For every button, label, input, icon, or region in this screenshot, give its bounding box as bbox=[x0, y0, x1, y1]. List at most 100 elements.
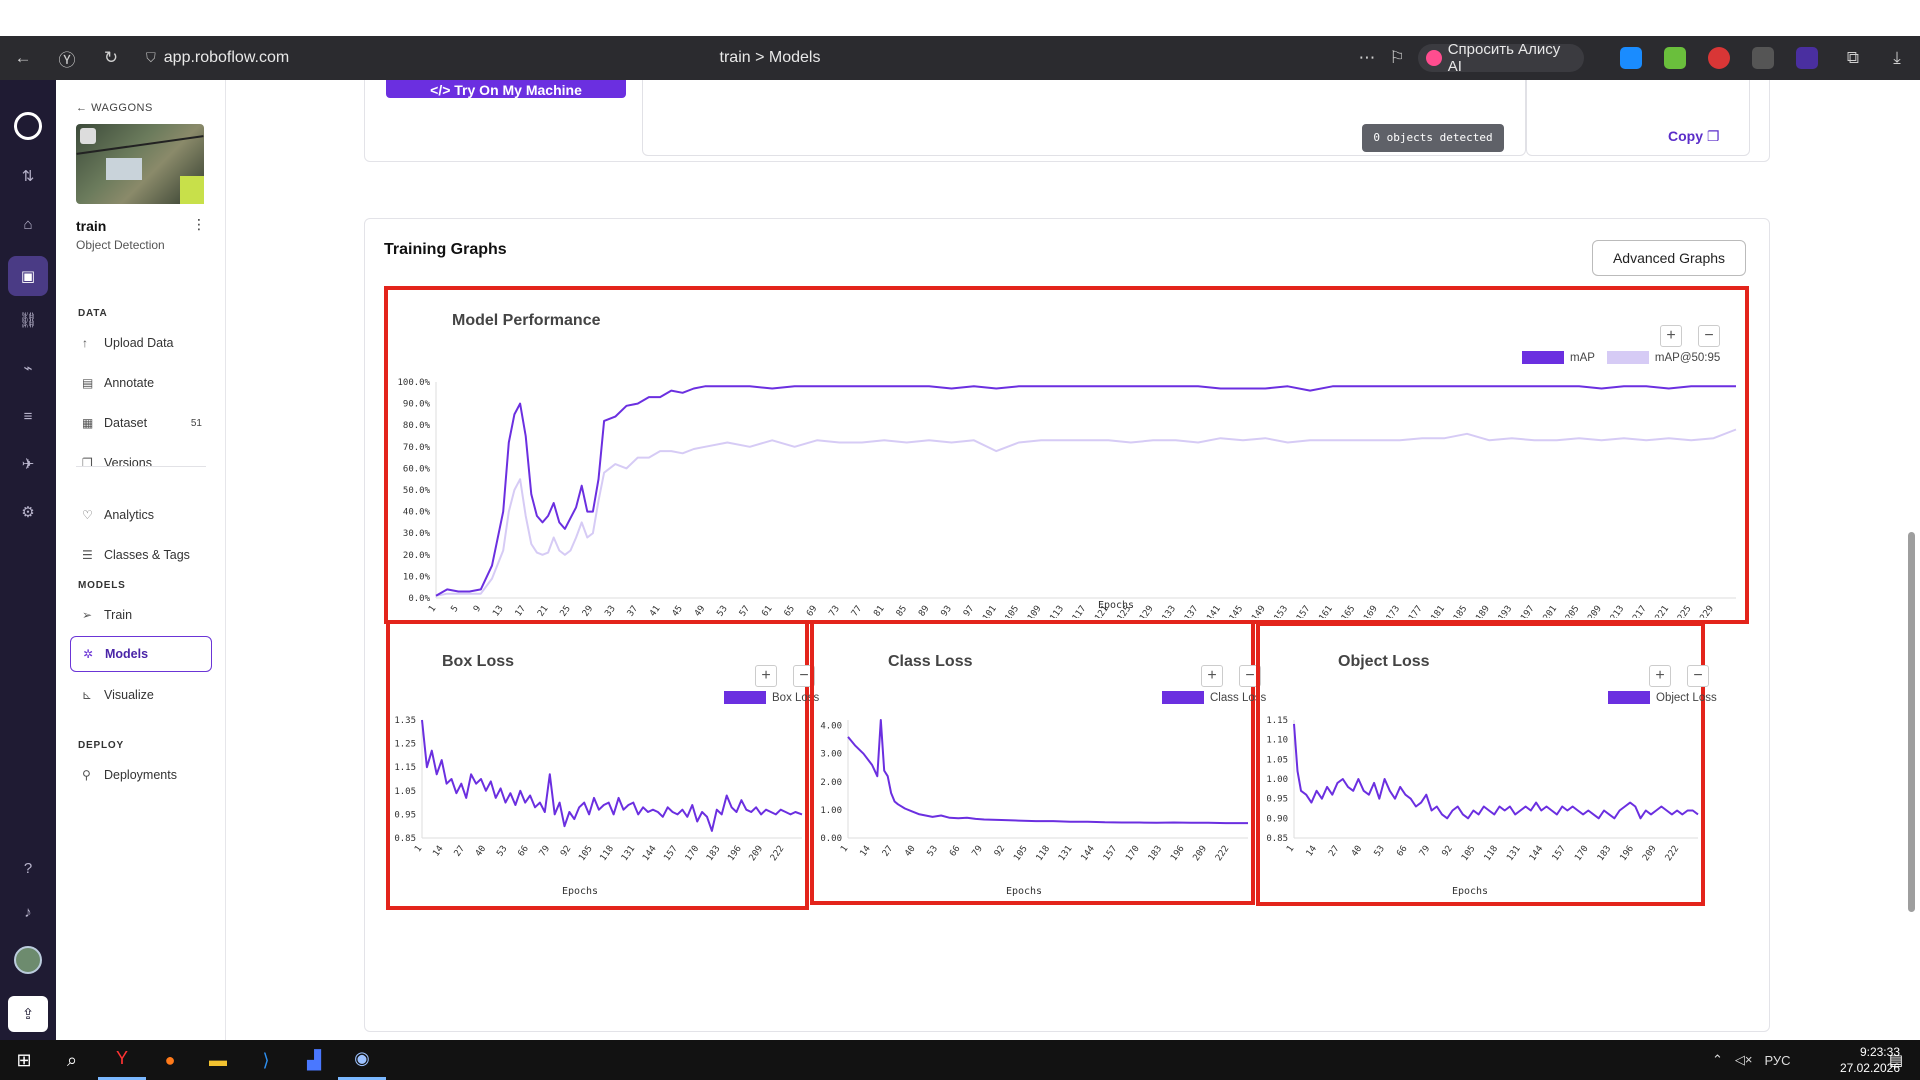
sidebar-item-versions[interactable]: ❐ Versions bbox=[70, 446, 212, 480]
sidebar-item-classes[interactable]: ☰ Classes & Tags bbox=[70, 538, 212, 572]
alice-button[interactable]: Спросить Алису AI bbox=[1418, 41, 1584, 75]
sidebar-item-models[interactable]: ✲ Models bbox=[70, 636, 212, 672]
avatar[interactable] bbox=[14, 946, 42, 974]
yandex-icon[interactable]: Ⓨ bbox=[52, 36, 82, 80]
deploy-icon[interactable]: ✈ bbox=[0, 446, 56, 482]
back-arrow-icon[interactable]: ← bbox=[8, 36, 38, 80]
volume-icon[interactable]: ◁× bbox=[1735, 1052, 1753, 1068]
section-label-deploy: DEPLOY bbox=[78, 740, 124, 751]
y-tick-label: 0.90 bbox=[1266, 814, 1288, 824]
download-extension-icon[interactable] bbox=[1664, 47, 1686, 69]
adblock-icon[interactable] bbox=[1708, 47, 1730, 69]
app-icon[interactable]: ◉ bbox=[338, 1040, 386, 1080]
address-bar[interactable]: ⛉ app.roboflow.com bbox=[146, 36, 289, 80]
projects-icon[interactable]: ▣ bbox=[8, 256, 48, 296]
x-tick-label: 183 bbox=[1147, 844, 1165, 863]
dataset-icon: ▦ bbox=[82, 416, 94, 430]
x-tick-label: 157 bbox=[1295, 604, 1313, 618]
project-thumbnail[interactable] bbox=[76, 124, 204, 204]
bell-icon[interactable]: ♪ bbox=[0, 894, 56, 930]
copy-icon: ❐ bbox=[1706, 128, 1720, 144]
home-icon[interactable]: ⌂ bbox=[0, 206, 56, 242]
back-to-workspace-link[interactable]: ← WAGGONS bbox=[76, 102, 153, 114]
copy-button[interactable]: Copy ❐ bbox=[1668, 128, 1719, 145]
sidebar-item-visualize[interactable]: ⊾ Visualize bbox=[70, 678, 212, 712]
kebab-menu-icon[interactable]: ⋮ bbox=[192, 216, 206, 233]
vscode-icon[interactable]: ⟩ bbox=[242, 1040, 290, 1080]
back-arrow-icon: ← bbox=[76, 102, 92, 114]
chart-legend[interactable]: mAP mAP@50:95 bbox=[1522, 351, 1720, 364]
sidebar-item-label: Versions bbox=[104, 456, 152, 470]
x-tick-label: 222 bbox=[769, 844, 787, 863]
x-tick-label: 61 bbox=[760, 604, 774, 618]
zoom-in-icon[interactable]: + bbox=[1660, 325, 1682, 347]
search-icon[interactable]: ⌕ bbox=[48, 1040, 96, 1080]
sidebar-item-dataset[interactable]: ▦ Dataset 51 bbox=[70, 406, 212, 440]
switch-icon[interactable]: ⇅ bbox=[0, 158, 56, 194]
sidebar-item-analytics[interactable]: ♡ Analytics bbox=[70, 498, 212, 532]
app-rail: ⇅ ⌂ ▣ ⛓ ⌁ ≡ ✈ ⚙ ? ♪ ⇪ bbox=[0, 80, 56, 1040]
notifications-icon[interactable]: ▤ bbox=[1872, 1040, 1920, 1080]
x-tick-label: 169 bbox=[1362, 604, 1380, 618]
chart-legend[interactable]: Object Loss bbox=[1608, 691, 1717, 704]
x-tick-label: 73 bbox=[827, 604, 841, 618]
more-icon[interactable]: ⋯ bbox=[1352, 36, 1382, 80]
chart-app-icon[interactable]: ▟ bbox=[290, 1040, 338, 1080]
x-tick-label: 225 bbox=[1676, 604, 1694, 618]
zoom-in-icon[interactable]: + bbox=[755, 665, 777, 687]
project-type: Object Detection bbox=[76, 238, 165, 252]
sidebar-item-annotate[interactable]: ▤ Annotate bbox=[70, 366, 212, 400]
download-icon[interactable]: ⤓ bbox=[1882, 36, 1912, 80]
legend-swatch bbox=[1608, 691, 1650, 704]
chart-title: Model Performance bbox=[452, 312, 601, 329]
y-tick-label: 10.0% bbox=[403, 572, 431, 582]
try-on-my-machine-button[interactable]: </> Try On My Machine bbox=[386, 80, 626, 98]
sidebar-item-upload-data[interactable]: ↑ Upload Data bbox=[70, 326, 212, 360]
settings-icon[interactable]: ⚙ bbox=[0, 494, 56, 530]
chart-legend[interactable]: Class Loss bbox=[1162, 691, 1266, 704]
sidebar-item-train[interactable]: ➢ Train bbox=[70, 598, 212, 632]
y-tick-label: 1.25 bbox=[394, 740, 416, 750]
language-indicator[interactable]: РУС bbox=[1765, 1053, 1791, 1068]
chevron-up-icon[interactable]: ⌃ bbox=[1712, 1052, 1723, 1068]
extension-icon[interactable] bbox=[1752, 47, 1774, 69]
x-tick-label: 153 bbox=[1273, 604, 1291, 618]
bookmark-icon[interactable]: ⚐ bbox=[1382, 36, 1412, 80]
firefox-icon[interactable]: ● bbox=[146, 1040, 194, 1080]
extension-icon[interactable] bbox=[1620, 47, 1642, 69]
reload-icon[interactable]: ↻ bbox=[96, 36, 126, 80]
y-tick-label: 100.0% bbox=[397, 378, 430, 388]
roboflow-logo-icon[interactable] bbox=[14, 112, 42, 140]
extension-icon[interactable] bbox=[1796, 47, 1818, 69]
y-tick-label: 0.00 bbox=[820, 834, 842, 844]
x-tick-label: 29 bbox=[581, 604, 595, 618]
file-explorer-icon[interactable]: ▬ bbox=[194, 1040, 242, 1080]
upload-icon[interactable]: ⇪ bbox=[8, 996, 48, 1032]
y-tick-label: 1.15 bbox=[1266, 716, 1288, 726]
annotate-icon: ▤ bbox=[82, 376, 94, 390]
y-tick-label: 1.10 bbox=[1266, 736, 1288, 746]
advanced-graphs-button[interactable]: Advanced Graphs bbox=[1592, 240, 1746, 276]
help-icon[interactable]: ? bbox=[0, 850, 56, 886]
model-performance-chart: 100.0%90.0%80.0%70.0%60.0%50.0%40.0%30.0… bbox=[397, 378, 1737, 618]
x-tick-label: 129 bbox=[1138, 604, 1156, 618]
x-tick-label: 92 bbox=[559, 844, 573, 859]
monitoring-icon[interactable]: ⌁ bbox=[0, 350, 56, 386]
zoom-out-icon[interactable]: − bbox=[1687, 665, 1709, 687]
workflows-icon[interactable]: ⛓ bbox=[0, 302, 56, 338]
data-icon[interactable]: ≡ bbox=[0, 398, 56, 434]
chart-legend[interactable]: Box Loss bbox=[724, 691, 819, 704]
zoom-in-icon[interactable]: + bbox=[1201, 665, 1223, 687]
x-tick-label: 193 bbox=[1497, 604, 1515, 618]
section-label-models: MODELS bbox=[78, 580, 126, 591]
windows-start-icon[interactable]: ⊞ bbox=[0, 1040, 48, 1080]
page-scrollbar[interactable] bbox=[1908, 532, 1915, 912]
series-line bbox=[435, 385, 1736, 597]
collections-icon[interactable]: ⧉ bbox=[1838, 36, 1868, 80]
zoom-in-icon[interactable]: + bbox=[1649, 665, 1671, 687]
sidebar-item-deployments[interactable]: ⚲ Deployments bbox=[70, 758, 212, 792]
x-tick-label: 196 bbox=[1619, 844, 1637, 863]
yandex-browser-icon[interactable]: Y bbox=[98, 1040, 146, 1080]
zoom-out-icon[interactable]: − bbox=[1698, 325, 1720, 347]
x-tick-label: 217 bbox=[1631, 604, 1649, 618]
